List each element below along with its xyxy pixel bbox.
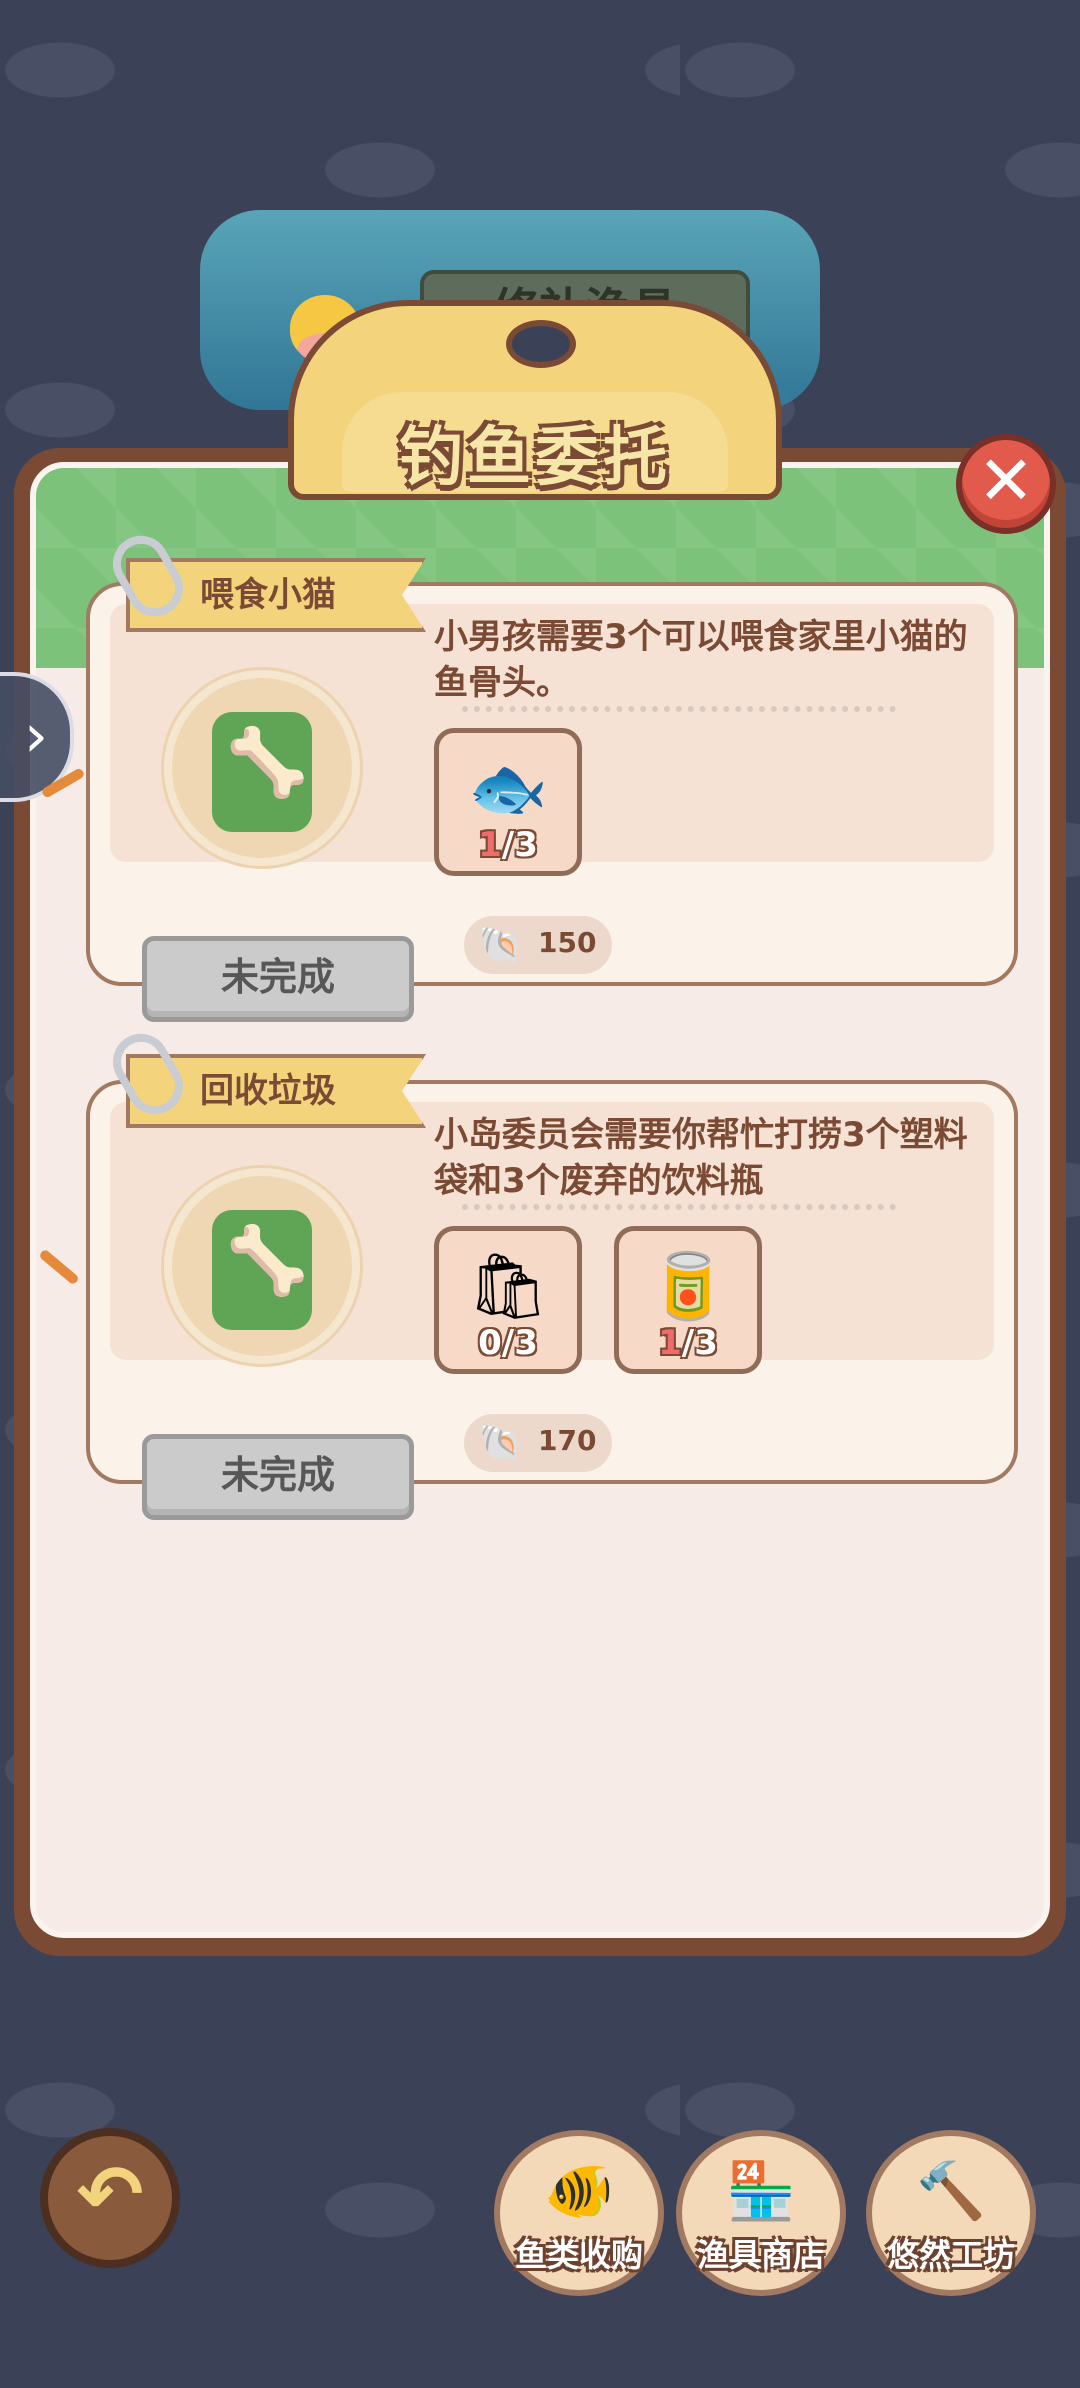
quest-title: 喂食小猫: [200, 575, 336, 615]
hammer-icon: 🔨: [916, 2159, 986, 2224]
item-progress: 0/3: [478, 1323, 538, 1363]
fish-jar-icon: 🐠: [544, 2159, 614, 2224]
title-plaque: 钓鱼委托: [288, 300, 782, 500]
chevron-right-icon: ›: [24, 701, 48, 771]
status-button[interactable]: 未完成: [142, 1434, 414, 1520]
back-arrow-icon: ↶: [76, 2148, 144, 2241]
reward-badge: 🐚 150: [464, 916, 612, 974]
shell-icon: 🐚: [478, 925, 523, 966]
dotted-divider: [462, 1204, 896, 1210]
nav-label: 悠然工坊: [886, 2236, 1015, 2274]
back-button[interactable]: ↶: [40, 2128, 180, 2268]
close-button[interactable]: ✕: [956, 434, 1056, 534]
quest-title: 回收垃圾: [200, 1071, 336, 1111]
reward-value: 170: [538, 1424, 597, 1457]
nav-leisure-workshop[interactable]: 🔨 悠然工坊: [866, 2130, 1036, 2296]
reward-value: 150: [538, 926, 597, 959]
required-item-slot[interactable]: 🛍 0/3: [434, 1226, 582, 1374]
quest-description: 小岛委员会需要你帮忙打捞3个塑料袋和3个废弃的饮料瓶: [434, 1115, 968, 1201]
quest-description: 小男孩需要3个可以喂食家里小猫的鱼骨头。: [434, 617, 968, 703]
item-progress: 1/3: [658, 1323, 718, 1363]
shop-stall-icon: 🏪: [726, 2159, 796, 2224]
nav-tackle-shop[interactable]: 🏪 渔具商店: [676, 2130, 846, 2296]
nav-label: 鱼类收购: [514, 2236, 643, 2274]
plaque-hole: [506, 320, 576, 368]
reward-badge: 🐚 170: [464, 1414, 612, 1472]
dotted-divider: [462, 706, 896, 712]
required-item-slot[interactable]: 🐟 1/3: [434, 728, 582, 876]
fish-bone-icon: 🐟: [468, 752, 548, 826]
nav-label: 渔具商店: [696, 2236, 825, 2274]
item-progress: 1/3: [478, 825, 538, 865]
close-icon: ✕: [977, 442, 1035, 521]
shell-icon: 🐚: [478, 1423, 523, 1464]
trash-bundle-icon: 🦴: [226, 724, 309, 801]
required-item-slot[interactable]: 🥫 1/3: [614, 1226, 762, 1374]
soda-can-icon: 🥫: [648, 1250, 728, 1324]
trash-bundle-icon: 🦴: [226, 1222, 309, 1299]
nav-fish-purchase[interactable]: 🐠 鱼类收购: [494, 2130, 664, 2296]
page-title: 钓鱼委托: [399, 421, 671, 495]
plastic-bag-icon: 🛍: [467, 1250, 549, 1324]
status-button[interactable]: 未完成: [142, 936, 414, 1022]
